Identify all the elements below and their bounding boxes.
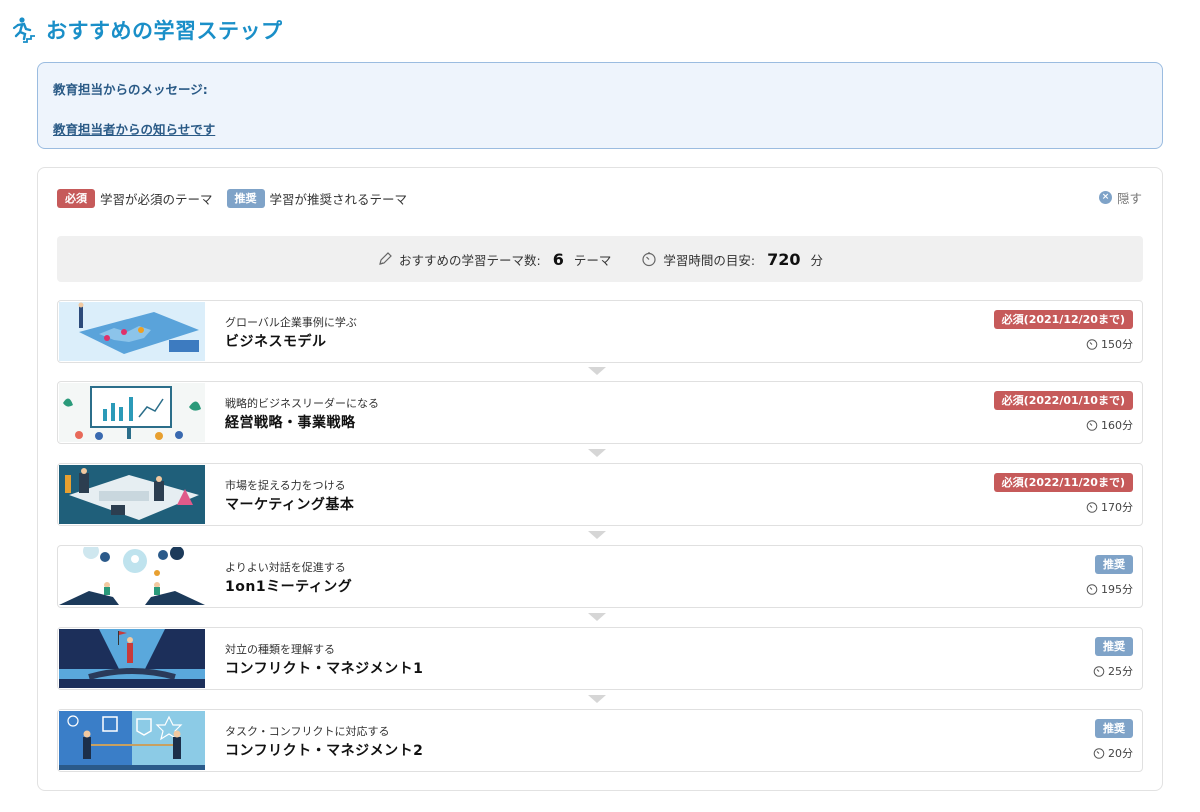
legend: 必須 学習が必須のテーマ 推奨 学習が推奨されるテーマ: [57, 189, 421, 208]
step-title: コンフリクト・マネジメント1: [225, 661, 424, 677]
thumbnail-marketing: [59, 465, 205, 524]
message-box: 教育担当からのメッセージ: 教育担当者からの知らせです: [37, 62, 1163, 149]
step-arrow-icon: [588, 695, 606, 703]
step-title: 経営戦略・事業戦略: [225, 415, 356, 431]
page-title: おすすめの学習ステップ: [46, 19, 283, 43]
message-label: 教育担当からのメッセージ:: [53, 82, 208, 97]
timer-icon: [1086, 420, 1098, 431]
timer-icon: [1093, 748, 1105, 759]
summary-bar: おすすめの学習テーマ数: 6 テーマ 学習時間の目安: 720 分: [57, 236, 1143, 282]
deadline-badge: 必須(2022/11/20まで): [993, 473, 1133, 492]
time-unit: 分: [810, 252, 823, 268]
step-arrow-icon: [588, 367, 606, 375]
step-subtitle: 対立の種類を理解する: [225, 643, 335, 656]
runner-stairs-icon: [8, 15, 38, 45]
step-subtitle: 戦略的ビジネスリーダーになる: [225, 397, 379, 410]
theme-unit: テーマ: [573, 252, 612, 268]
step-title: 1on1ミーティング: [225, 579, 353, 595]
step-card-2[interactable]: 戦略的ビジネスリーダーになる 経営戦略・事業戦略 必須(2022/01/10まで…: [57, 381, 1143, 444]
recommended-legend-text: 学習が推奨されるテーマ: [269, 192, 408, 207]
duration: 25分: [1093, 663, 1133, 679]
recommended-badge: 推奨: [226, 189, 265, 208]
thumbnail-one-on-one: [59, 547, 205, 606]
step-title: マーケティング基本: [225, 497, 355, 513]
hide-label: 隠す: [1116, 191, 1142, 206]
required-legend-text: 学習が必須のテーマ: [100, 192, 213, 207]
step-arrow-icon: [588, 613, 606, 621]
deadline-badge: 必須(2022/01/10まで): [993, 391, 1133, 410]
duration-text: 20分: [1108, 747, 1133, 760]
timer-icon: [1086, 502, 1098, 513]
duration: 150分: [1086, 336, 1133, 352]
step-title: コンフリクト・マネジメント2: [225, 743, 424, 759]
step-card-4[interactable]: よりよい対話を促進する 1on1ミーティング 推奨 195分: [57, 545, 1143, 608]
timer-icon: [1093, 666, 1105, 677]
thumbnail-global-business: [59, 302, 205, 361]
step-subtitle: グローバル企業事例に学ぶ: [225, 316, 357, 329]
timer-icon: [1086, 339, 1098, 350]
hide-button[interactable]: × 隠す: [1098, 188, 1142, 207]
step-subtitle: 市場を捉える力をつける: [225, 479, 346, 492]
step-card-5[interactable]: 対立の種類を理解する コンフリクト・マネジメント1 推奨 25分: [57, 627, 1143, 690]
recommended-badge: 推奨: [1095, 719, 1133, 738]
step-arrow-icon: [588, 531, 606, 539]
learning-steps-panel: 必須 学習が必須のテーマ 推奨 学習が推奨されるテーマ × 隠す おすすめの学習…: [37, 167, 1163, 791]
deadline-badge: 必須(2021/12/20まで): [993, 310, 1133, 329]
theme-count-label: おすすめの学習テーマ数:: [398, 252, 541, 268]
step-card-1[interactable]: グローバル企業事例に学ぶ ビジネスモデル 必須(2021/12/20まで) 15…: [57, 300, 1143, 363]
time-value: 720: [767, 249, 801, 269]
timer-icon: [642, 252, 656, 267]
message-link[interactable]: 教育担当者からの知らせです: [53, 119, 215, 138]
thumbnail-conflict-1: [59, 629, 205, 688]
close-circle-icon: ×: [1098, 191, 1112, 204]
duration-text: 150分: [1101, 338, 1133, 351]
step-subtitle: タスク・コンフリクトに対応する: [225, 725, 390, 738]
page-header: おすすめの学習ステップ: [8, 14, 283, 46]
step-subtitle: よりよい対話を促進する: [225, 561, 346, 574]
required-badge: 必須: [57, 189, 95, 208]
duration-text: 195分: [1101, 583, 1133, 596]
thumbnail-conflict-2: [59, 711, 205, 770]
recommended-badge: 推奨: [1095, 637, 1133, 656]
step-card-6[interactable]: タスク・コンフリクトに対応する コンフリクト・マネジメント2 推奨 20分: [57, 709, 1143, 772]
theme-count: 6: [552, 249, 564, 269]
pen-icon: [379, 252, 392, 265]
duration: 160分: [1086, 417, 1133, 433]
step-arrow-icon: [588, 449, 606, 457]
step-title: ビジネスモデル: [225, 334, 327, 350]
duration: 195分: [1086, 581, 1133, 597]
duration-text: 25分: [1108, 665, 1133, 678]
time-label: 学習時間の目安:: [663, 252, 756, 268]
step-card-3[interactable]: 市場を捉える力をつける マーケティング基本 必須(2022/11/20まで) 1…: [57, 463, 1143, 526]
duration-text: 170分: [1101, 501, 1133, 514]
duration: 20分: [1093, 745, 1133, 761]
duration-text: 160分: [1101, 419, 1133, 432]
recommended-badge: 推奨: [1095, 555, 1133, 574]
duration: 170分: [1086, 499, 1133, 515]
timer-icon: [1086, 584, 1098, 595]
thumbnail-strategy: [59, 383, 205, 442]
